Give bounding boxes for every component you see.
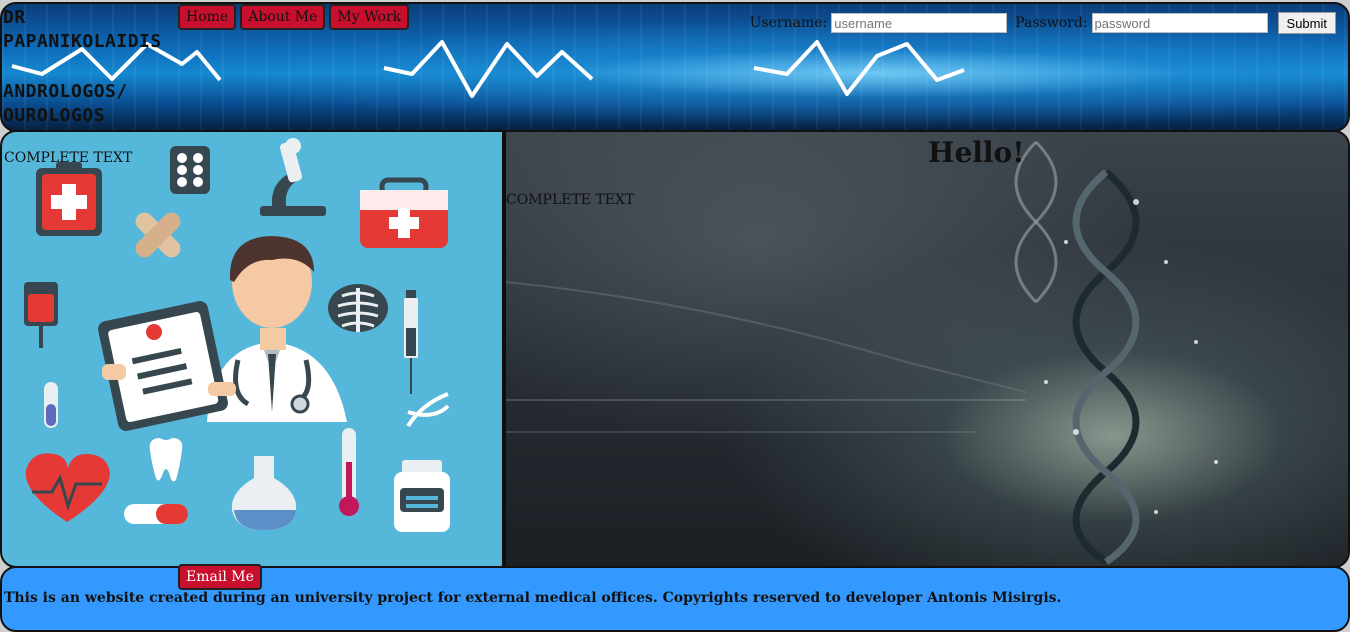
dna-helix-icon xyxy=(1014,140,1140,565)
bandage-icon xyxy=(135,212,181,258)
iv-bag-icon xyxy=(24,282,58,348)
ribcage-icon xyxy=(328,284,388,332)
hello-heading: Hello! xyxy=(928,136,1025,169)
first-aid-kit-icon xyxy=(360,177,448,248)
login-form: Username: Password: Submit xyxy=(750,12,1336,34)
brand-gap xyxy=(3,54,178,80)
main-nav: Home About Me My Work xyxy=(178,4,410,30)
left-panel-text: COMPLETE TEXT xyxy=(4,150,133,166)
username-input[interactable] xyxy=(831,13,1008,33)
capsule-icon xyxy=(124,504,188,524)
brand-line-1: DR xyxy=(3,7,26,28)
clipboard-icon xyxy=(36,162,102,236)
pill-pack-icon xyxy=(170,146,210,194)
site-footer: Email Me This is an website created duri… xyxy=(0,564,1350,632)
medicine-bottle-icon xyxy=(394,460,450,532)
footer-copyright-text: This is an website created during an uni… xyxy=(4,590,1062,606)
heart-icon xyxy=(25,453,110,522)
medical-icons-panel: COMPLETE TEXT xyxy=(2,132,502,566)
site-header: DR PAPANIKOLAIDIS ANDROLOGOS/ OUROLOGOS … xyxy=(0,2,1350,132)
main-content: COMPLETE TEXT Hello! COMPLETE TEXT xyxy=(0,130,1350,568)
username-label: Username: xyxy=(749,15,828,31)
password-label: Password: xyxy=(1015,15,1088,31)
test-tube-icon xyxy=(44,382,58,428)
right-panel-text: COMPLETE TEXT xyxy=(506,192,635,208)
brand-line-3: ANDROLOGOS/ xyxy=(3,81,128,102)
nav-work-button[interactable]: My Work xyxy=(329,4,410,30)
doctor-icon xyxy=(98,236,347,431)
email-me-button[interactable]: Email Me xyxy=(178,564,262,590)
dna-background-glow xyxy=(506,281,1027,433)
thermometer-icon xyxy=(339,428,359,516)
medical-illustration xyxy=(24,138,450,532)
nav-about-button[interactable]: About Me xyxy=(240,4,326,30)
tooth-icon xyxy=(149,438,183,482)
submit-button[interactable]: Submit xyxy=(1277,12,1336,34)
syringe-icon xyxy=(404,290,418,394)
dna-panel: Hello! COMPLETE TEXT xyxy=(506,132,1348,566)
dna-icon xyxy=(406,392,450,428)
flask-icon xyxy=(231,456,297,530)
microscope-icon xyxy=(260,138,326,216)
brand-line-4: OUROLOGOS xyxy=(3,105,106,126)
site-brand: DR PAPANIKOLAIDIS ANDROLOGOS/ OUROLOGOS xyxy=(3,6,178,128)
password-input[interactable] xyxy=(1091,13,1268,33)
brand-line-2: PAPANIKOLAIDIS xyxy=(3,31,162,52)
nav-home-button[interactable]: Home xyxy=(178,4,237,30)
